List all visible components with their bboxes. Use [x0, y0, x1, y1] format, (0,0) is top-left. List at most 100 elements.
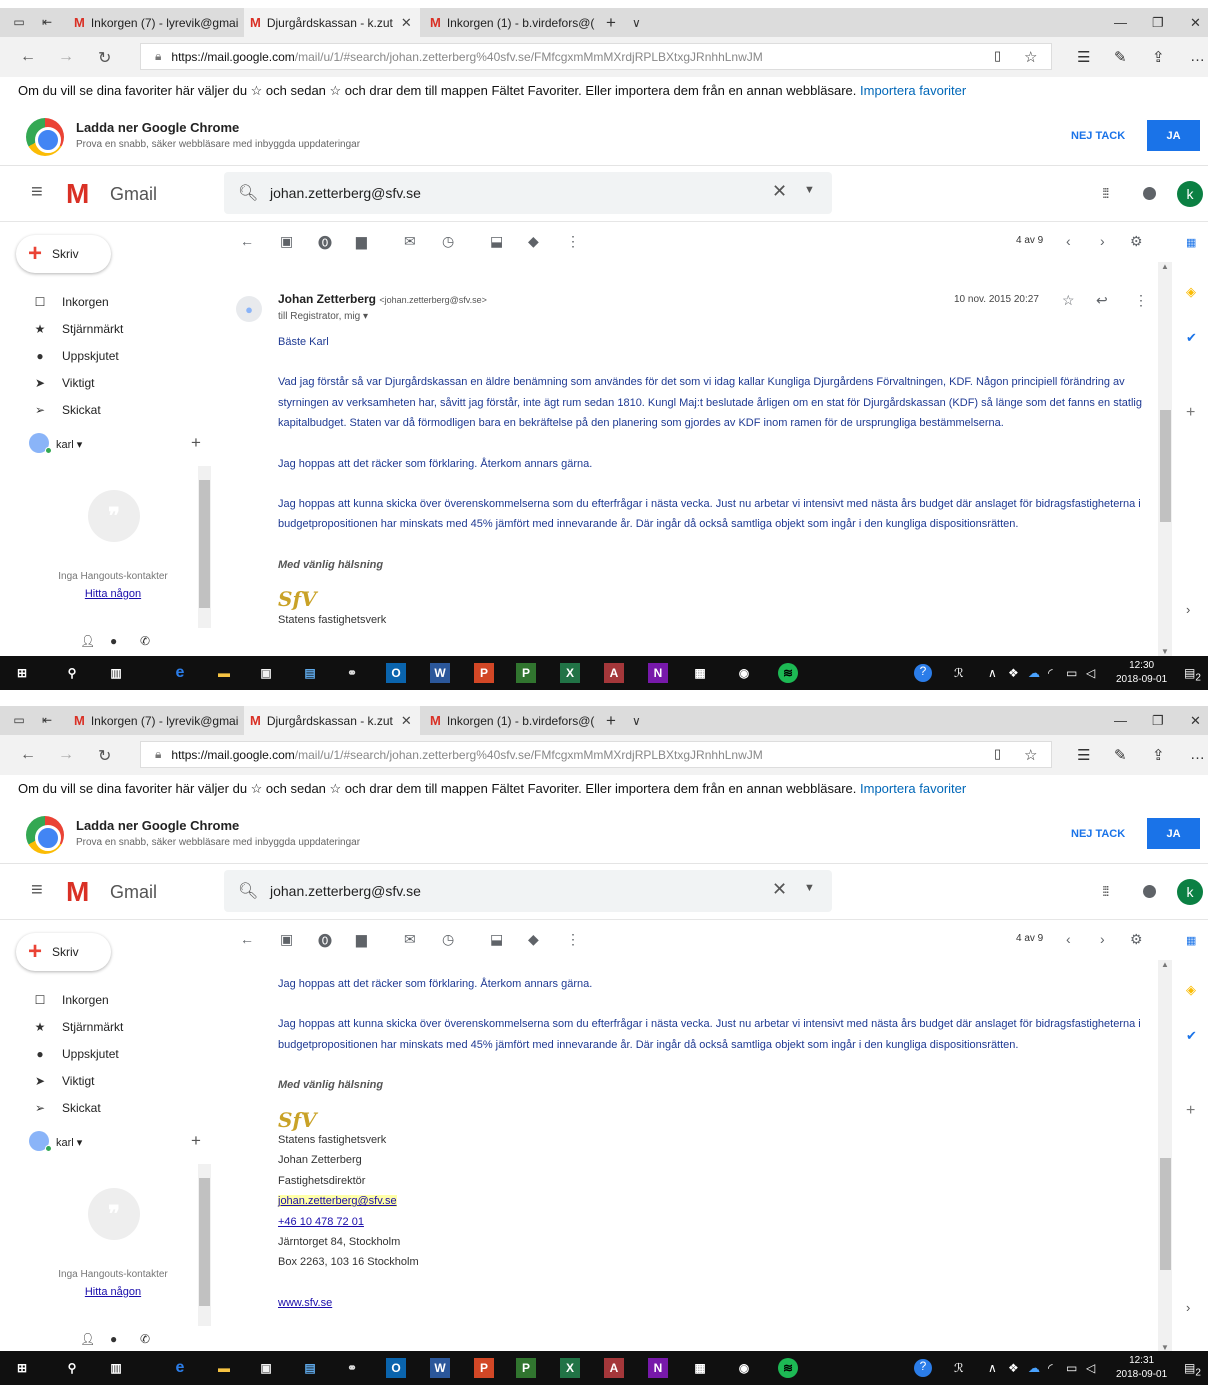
forward-icon[interactable]: →: [58, 746, 74, 764]
windows-start-icon[interactable]: ⊞: [12, 663, 32, 683]
search-options-icon[interactable]: ▼: [804, 184, 815, 196]
pen-icon[interactable]: ✎: [1114, 48, 1127, 66]
search-icon[interactable]: ⚲: [62, 1358, 82, 1378]
dropbox-icon[interactable]: ❖: [1008, 1361, 1019, 1375]
wifi-icon[interactable]: ◜: [1048, 666, 1053, 680]
more-icon[interactable]: …: [1190, 746, 1205, 763]
accept-button[interactable]: JA: [1147, 818, 1200, 849]
calendar-icon[interactable]: ▦: [1186, 934, 1196, 947]
favorite-star-icon[interactable]: ☆: [1024, 746, 1037, 764]
find-someone-link[interactable]: Hitta någon: [24, 1286, 202, 1298]
decline-button[interactable]: NEJ TACK: [1071, 130, 1125, 142]
set-aside-tabs-icon[interactable]: ⇤: [40, 15, 54, 29]
reading-view-icon[interactable]: ▯: [994, 746, 1001, 762]
nav-item-starred[interactable]: ★ Stjärnmärkt: [32, 320, 124, 338]
more-vert-icon[interactable]: ⋮: [566, 233, 580, 250]
star-message-icon[interactable]: ☆: [1062, 292, 1075, 309]
back-to-search-icon[interactable]: ←: [240, 233, 254, 249]
battery-icon[interactable]: ▭: [1066, 666, 1077, 680]
favorites-hub-icon[interactable]: ☰: [1077, 48, 1090, 66]
recipients[interactable]: till Registrator, mig ▾: [278, 311, 368, 322]
task-view-icon[interactable]: ▥: [106, 663, 126, 683]
task-view-icon[interactable]: ▥: [106, 1358, 126, 1378]
help-icon[interactable]: ?: [914, 664, 932, 682]
tab-preview-icon[interactable]: ▭: [12, 15, 26, 29]
older-icon[interactable]: ›: [1100, 931, 1105, 947]
tasks-icon[interactable]: ✔: [1186, 1028, 1197, 1044]
url-field[interactable]: 🔒︎ https://mail.google.com/mail/u/1/#sea…: [140, 741, 1052, 768]
notifications-icon[interactable]: [1143, 187, 1156, 200]
calendar-icon[interactable]: ▦: [1186, 236, 1196, 249]
new-tab-icon[interactable]: +: [606, 13, 616, 33]
nav-item-inkorgen[interactable]: ☐ Inkorgen: [32, 293, 109, 311]
reply-icon[interactable]: ↩: [1096, 292, 1108, 309]
search-box[interactable]: 🔍︎ johan.zetterberg@sfv.se ✕ ▼: [224, 172, 832, 214]
tab-inkorgen-virdefors[interactable]: M Inkorgen (1) - b.virdefors@(: [424, 8, 596, 37]
minimize-icon[interactable]: —: [1114, 15, 1127, 30]
nav-item-snoozed[interactable]: ● Uppskjutet: [32, 1045, 118, 1063]
newer-icon[interactable]: ‹: [1066, 233, 1071, 249]
close-window-icon[interactable]: ✕: [1190, 15, 1201, 31]
search-input[interactable]: johan.zetterberg@sfv.se: [270, 883, 421, 899]
refresh-icon[interactable]: ↻: [98, 746, 111, 766]
import-favorites-link[interactable]: Importera favoriter: [860, 83, 966, 98]
chevron-down-icon[interactable]: ∨: [632, 714, 641, 728]
notifications-icon[interactable]: [1143, 885, 1156, 898]
decline-button[interactable]: NEJ TACK: [1071, 828, 1125, 840]
more-vert-icon[interactable]: ⋮: [566, 931, 580, 948]
close-window-icon[interactable]: ✕: [1190, 713, 1201, 729]
favorites-hub-icon[interactable]: ☰: [1077, 746, 1090, 764]
nav-item-starred[interactable]: ★ Stjärnmärkt: [32, 1018, 124, 1036]
share-icon[interactable]: ⇪: [1152, 746, 1165, 764]
search-box[interactable]: 🔍︎ johan.zetterberg@sfv.se ✕ ▼: [224, 870, 832, 912]
action-center-icon[interactable]: ▤2: [1184, 1361, 1201, 1378]
gmail-logo-icon[interactable]: M: [66, 180, 89, 208]
keep-icon[interactable]: ◈: [1186, 284, 1196, 300]
powerpoint-icon[interactable]: P: [474, 1358, 494, 1378]
scroll-thumb[interactable]: [199, 480, 210, 608]
calendar-app-icon[interactable]: ▦: [690, 1358, 710, 1378]
onenote-icon[interactable]: N: [648, 663, 668, 683]
phone-icon[interactable]: ✆: [140, 1332, 150, 1346]
excel-icon[interactable]: X: [560, 1358, 580, 1378]
file-explorer-icon[interactable]: ▬: [214, 1358, 234, 1378]
refresh-icon[interactable]: ↻: [98, 48, 111, 68]
compose-button[interactable]: + Skriv: [16, 235, 111, 273]
scroll-thumb[interactable]: [199, 1178, 210, 1306]
restore-icon[interactable]: ❐: [1152, 713, 1164, 729]
pen-icon[interactable]: ✎: [1114, 746, 1127, 764]
clock[interactable]: 12:31 2018-09-01: [1116, 1354, 1167, 1382]
wifi-icon[interactable]: ◜: [1048, 1361, 1053, 1375]
settings-gear-icon[interactable]: ⚙: [1130, 931, 1143, 948]
file-explorer-icon[interactable]: ▬: [214, 663, 234, 683]
expand-panel-icon[interactable]: ›: [1186, 1300, 1190, 1315]
nav-item-sent[interactable]: ➢ Skickat: [32, 401, 101, 419]
scroll-thumb[interactable]: [1160, 410, 1171, 522]
chat-icon[interactable]: ●: [110, 634, 117, 648]
add-addon-icon[interactable]: +: [1186, 404, 1195, 422]
battery-icon[interactable]: ▭: [1066, 1361, 1077, 1375]
find-someone-link[interactable]: Hitta någon: [24, 588, 202, 600]
share-icon[interactable]: ⇪: [1152, 48, 1165, 66]
move-to-icon[interactable]: ⬓: [490, 931, 503, 948]
hangouts-scrollbar[interactable]: [198, 1164, 211, 1326]
search-icon[interactable]: ⚲: [62, 663, 82, 683]
nav-item-important[interactable]: ➤ Viktigt: [32, 1072, 95, 1090]
archive-icon[interactable]: ▣: [280, 931, 293, 948]
import-favorites-link[interactable]: Importera favoriter: [860, 781, 966, 796]
nav-item-snoozed[interactable]: ● Uppskjutet: [32, 347, 118, 365]
onedrive-icon[interactable]: ☁: [1028, 1361, 1040, 1375]
tab-djurgardskassan[interactable]: M Djurgårdskassan - k.zut ✕: [244, 8, 420, 37]
action-center-icon[interactable]: ▤2: [1184, 666, 1201, 683]
spotify-icon[interactable]: ≋: [778, 1358, 798, 1378]
camera-icon[interactable]: ◉: [734, 663, 754, 683]
project-icon[interactable]: P: [516, 1358, 536, 1378]
avatar[interactable]: k: [1177, 181, 1203, 207]
more-options-icon[interactable]: ⋮: [1134, 292, 1148, 309]
forward-icon[interactable]: →: [58, 48, 74, 66]
tray-chevron-icon[interactable]: ∧: [988, 666, 997, 680]
back-icon[interactable]: ←: [20, 746, 36, 764]
outlook-icon[interactable]: O: [386, 1358, 406, 1378]
hangouts-user[interactable]: karl ▾: [56, 1136, 82, 1149]
search-options-icon[interactable]: ▼: [804, 882, 815, 894]
